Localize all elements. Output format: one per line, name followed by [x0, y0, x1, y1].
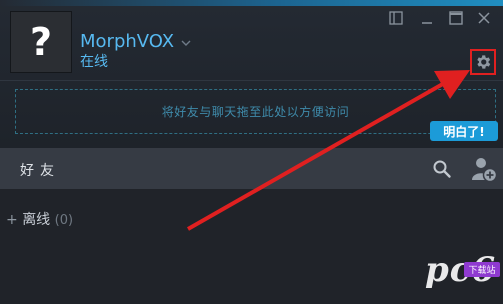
window-pin-icon[interactable]	[387, 9, 405, 27]
expand-icon: +	[6, 212, 18, 228]
maximize-icon[interactable]	[447, 9, 465, 27]
watermark-tag: 下载站	[464, 262, 500, 277]
username[interactable]: MorphVOX	[80, 32, 174, 52]
steam-friends-window: ? MorphVOX 在线 将好友与聊天拖至此处以方便访问 明白了! 好友 + …	[0, 0, 503, 304]
group-count: (0)	[54, 213, 74, 228]
friends-label: 好友	[20, 163, 60, 179]
search-icon[interactable]	[432, 159, 452, 179]
group-label: 离线	[22, 212, 51, 228]
header-divider	[0, 80, 503, 81]
header: ? MorphVOX 在线 将好友与聊天拖至此处以方便访问	[0, 0, 503, 148]
minimize-icon[interactable]	[418, 9, 436, 27]
friends-bar: 好友	[0, 148, 503, 189]
settings-button[interactable]	[470, 49, 496, 75]
drop-zone-hint: 将好友与聊天拖至此处以方便访问	[161, 105, 350, 119]
gear-icon	[477, 55, 491, 69]
offline-group-header[interactable]: + 离线 (0)	[6, 211, 73, 230]
favorites-drop-zone[interactable]: 将好友与聊天拖至此处以方便访问	[15, 89, 496, 134]
add-friend-icon[interactable]	[470, 155, 498, 183]
avatar[interactable]: ?	[10, 11, 72, 73]
online-status: 在线	[80, 54, 108, 70]
got-it-tooltip-button[interactable]: 明白了!	[430, 121, 498, 141]
avatar-placeholder: ?	[29, 20, 53, 64]
close-icon[interactable]	[475, 9, 493, 27]
chevron-down-icon[interactable]	[180, 38, 192, 48]
